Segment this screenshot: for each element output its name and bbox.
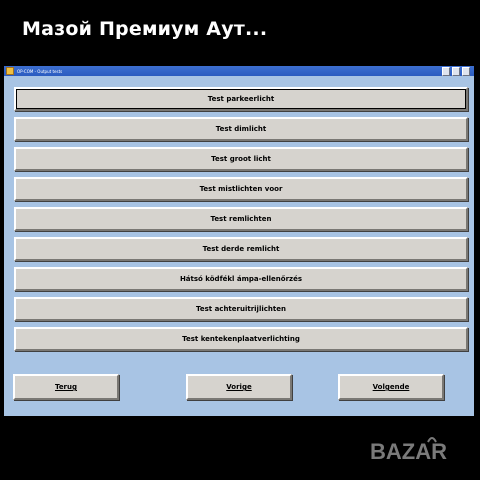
watermark-text: BAZAR	[370, 439, 447, 464]
previous-button[interactable]: Vorige	[186, 374, 292, 400]
test-achteruitrijlichten-button[interactable]: Test achteruitrijlichten	[14, 297, 468, 321]
test-remlichten-button[interactable]: Test remlichten	[14, 207, 468, 231]
test-kentekenplaatverlichting-button[interactable]: Test kentekenplaatverlichting	[14, 327, 468, 351]
window-title: OP-COM - Output tests	[17, 68, 63, 74]
window-controls	[442, 67, 470, 76]
test-groot-licht-button[interactable]: Test groot licht	[14, 147, 468, 171]
close-icon[interactable]	[462, 67, 470, 76]
minimize-icon[interactable]	[442, 67, 450, 76]
output-tests-window: OP-COM - Output tests Test parkeerlicht …	[4, 66, 474, 416]
overlay-title: Мазой Премиум Аут...	[22, 18, 268, 40]
window-titlebar: OP-COM - Output tests	[4, 66, 474, 76]
rear-fog-lamp-test-button[interactable]: Hátsó ködfékl ámpa-ellenőrzés	[14, 267, 468, 291]
bazar-logo: BAZAR	[370, 437, 447, 464]
test-derde-remlicht-button[interactable]: Test derde remlicht	[14, 237, 468, 261]
test-parkeerlicht-button[interactable]: Test parkeerlicht	[14, 87, 468, 111]
app-icon	[6, 67, 14, 75]
maximize-icon[interactable]	[452, 67, 460, 76]
test-dimlicht-button[interactable]: Test dimlicht	[14, 117, 468, 141]
next-button[interactable]: Volgende	[338, 374, 444, 400]
test-mistlichten-voor-button[interactable]: Test mistlichten voor	[14, 177, 468, 201]
back-button[interactable]: Terug	[13, 374, 119, 400]
